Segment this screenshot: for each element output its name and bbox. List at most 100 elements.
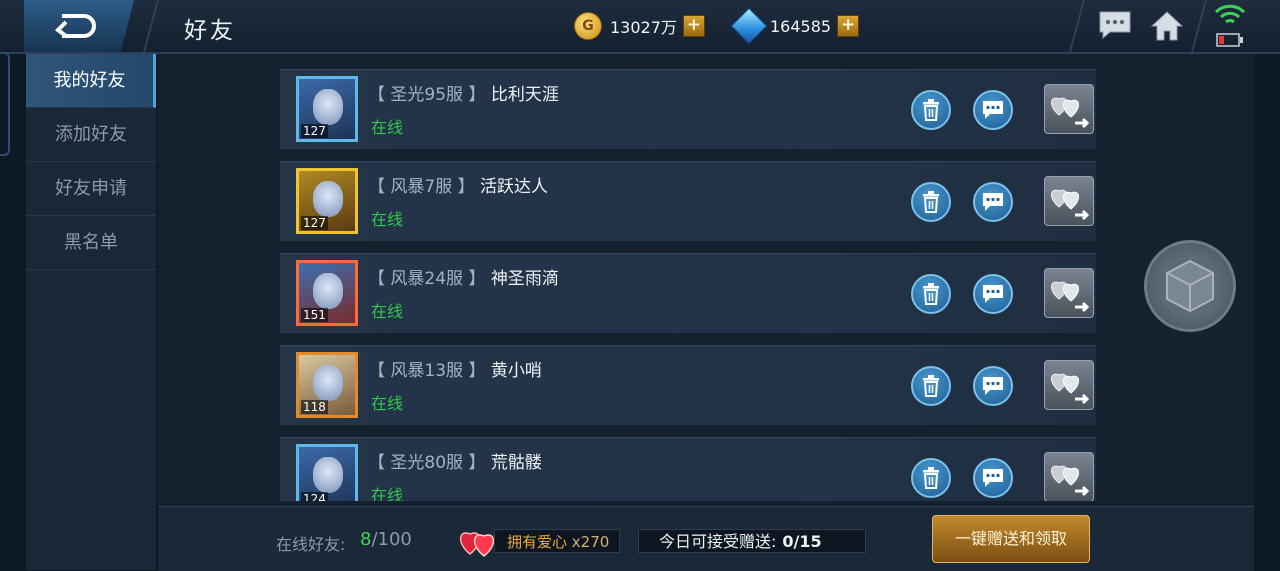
online-total-value: /100 <box>371 529 412 550</box>
add-gold-button[interactable]: + <box>682 15 705 37</box>
online-friends-label: 在线好友: <box>276 535 346 554</box>
heart-send-icon <box>1051 97 1090 129</box>
love-count: x270 <box>571 533 610 551</box>
portrait-image <box>313 89 343 125</box>
trash-icon <box>923 191 939 213</box>
send-heart-button[interactable] <box>1044 268 1094 318</box>
sidebar-item-my-friends[interactable]: 我的好友 <box>26 54 156 108</box>
avatar-level: 118 <box>301 400 328 414</box>
battery-icon <box>1216 32 1244 51</box>
edge-tab[interactable] <box>0 52 10 156</box>
header-divider <box>1069 0 1085 52</box>
sidebar-item-blacklist[interactable]: 黑名单 <box>26 216 156 270</box>
floating-cube-button[interactable] <box>1144 240 1236 332</box>
message-friend-button[interactable] <box>973 366 1013 406</box>
home-icon[interactable] <box>1150 10 1184 46</box>
avatar[interactable]: 151 <box>296 260 358 326</box>
friend-name: 活跃达人 <box>480 177 549 197</box>
top-bar: 好友 G 13027万 + 164585 + <box>0 0 1280 54</box>
love-label: 拥有爱心 <box>507 533 568 551</box>
online-status: 在线 <box>371 302 404 321</box>
gold-coin-icon: G <box>574 12 602 40</box>
delete-friend-button[interactable] <box>911 90 951 130</box>
delete-friend-button[interactable] <box>911 182 951 222</box>
trash-icon <box>923 283 939 305</box>
chat-bubble-icon <box>983 193 1003 211</box>
friend-name: 神圣雨滴 <box>490 269 559 289</box>
send-heart-button[interactable] <box>1044 452 1094 501</box>
send-heart-button[interactable] <box>1044 84 1094 134</box>
avatar[interactable]: 127 <box>296 168 358 234</box>
friend-row: 127 【 风暴7服 】 活跃达人 在线 <box>280 161 1096 241</box>
online-friends-count: 8/100 <box>360 529 412 550</box>
avatar[interactable]: 118 <box>296 352 358 418</box>
friend-name: 黄小哨 <box>490 361 542 381</box>
online-count-value: 8 <box>360 529 372 550</box>
chat-bubble-icon <box>983 469 1003 487</box>
send-heart-button[interactable] <box>1044 360 1094 410</box>
friend-name: 荒骷髅 <box>490 453 542 473</box>
wifi-icon <box>1214 4 1246 30</box>
avatar-level: 124 <box>301 492 328 501</box>
receive-value: 0/15 <box>782 532 822 551</box>
friend-list[interactable]: 127 【 圣光95服 】 比利天涯 在线 127 【 风暴7服 】 活跃达人 … <box>280 69 1096 501</box>
friends-sidebar: 我的好友 添加好友 好友申请 黑名单 <box>26 54 156 570</box>
add-gem-button[interactable]: + <box>837 15 860 37</box>
friend-row: 124 【 圣光80服 】 荒骷髅 在线 <box>280 437 1096 501</box>
portrait-image <box>313 181 343 217</box>
chat-bubble-icon <box>983 377 1003 395</box>
trash-icon <box>923 467 939 489</box>
gold-counter: G 13027万 + <box>574 12 705 40</box>
heart-send-icon <box>1051 189 1090 221</box>
friend-server: 【 风暴13服 】 <box>368 361 486 381</box>
friend-title: 【 圣光80服 】 荒骷髅 <box>368 448 542 473</box>
send-and-collect-all-button[interactable]: 一键赠送和领取 <box>932 515 1090 563</box>
friend-row: 127 【 圣光95服 】 比利天涯 在线 <box>280 69 1096 149</box>
delete-friend-button[interactable] <box>911 366 951 406</box>
avatar[interactable]: 127 <box>296 76 358 142</box>
chat-bubble-icon <box>983 101 1003 119</box>
gold-value: 13027万 <box>610 18 677 37</box>
back-button[interactable] <box>24 0 134 52</box>
friend-row: 118 【 风暴13服 】 黄小哨 在线 <box>280 345 1096 425</box>
avatar-level: 127 <box>301 216 328 230</box>
friend-title: 【 风暴13服 】 黄小哨 <box>368 356 542 381</box>
avatar-level: 127 <box>301 124 328 138</box>
portrait-image <box>313 273 343 309</box>
message-friend-button[interactable] <box>973 458 1013 498</box>
heart-send-icon <box>1051 281 1090 313</box>
heart-send-icon <box>1051 373 1090 405</box>
friends-footer: 在线好友: 8/100 拥有爱心 x270 今日可接受赠送: 0/15 一键赠送和… <box>158 506 1254 571</box>
avatar[interactable]: 124 <box>296 444 358 501</box>
online-status: 在线 <box>371 486 404 501</box>
daily-receive-limit: 今日可接受赠送: 0/15 <box>638 529 866 553</box>
portrait-image <box>313 365 343 401</box>
avatar-level: 151 <box>301 308 328 322</box>
chat-bubble-icon <box>983 285 1003 303</box>
sidebar-item-friend-requests[interactable]: 好友申请 <box>26 162 156 216</box>
page-title: 好友 <box>184 18 236 44</box>
friend-title: 【 风暴7服 】 活跃达人 <box>368 172 548 197</box>
message-friend-button[interactable] <box>973 274 1013 314</box>
trash-icon <box>923 375 939 397</box>
chat-icon[interactable] <box>1098 10 1132 44</box>
online-status: 在线 <box>371 118 404 137</box>
friend-server: 【 圣光95服 】 <box>368 85 486 105</box>
gem-value: 164585 <box>770 16 832 36</box>
friend-row: 151 【 风暴24服 】 神圣雨滴 在线 <box>280 253 1096 333</box>
message-friend-button[interactable] <box>973 90 1013 130</box>
trash-icon <box>923 99 939 121</box>
header-divider <box>143 0 159 52</box>
send-heart-button[interactable] <box>1044 176 1094 226</box>
diamond-icon <box>730 7 768 45</box>
portrait-image <box>313 457 343 493</box>
sidebar-item-add-friend[interactable]: 添加好友 <box>26 108 156 162</box>
delete-friend-button[interactable] <box>911 274 951 314</box>
friend-server: 【 风暴24服 】 <box>368 269 486 289</box>
delete-friend-button[interactable] <box>911 458 951 498</box>
online-status: 在线 <box>371 394 404 413</box>
gem-counter: 164585 + <box>730 7 860 45</box>
message-friend-button[interactable] <box>973 182 1013 222</box>
cube-icon <box>1166 259 1214 313</box>
friend-server: 【 圣光80服 】 <box>368 453 486 473</box>
